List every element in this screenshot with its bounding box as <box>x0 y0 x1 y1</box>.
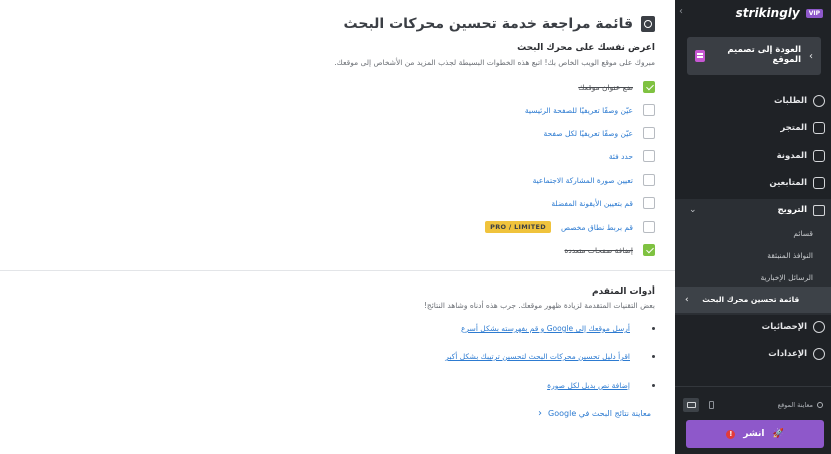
sidebar-subitem-popups[interactable]: النوافذ المنبثقة <box>767 251 813 260</box>
seo-checklist-panel: قائمة مراجعة خدمة تحسين محركات البحث اعر… <box>0 0 675 454</box>
sidebar-item-promotion[interactable]: الترويج ⌄ <box>675 199 831 221</box>
checkbox-unchecked[interactable] <box>643 174 655 186</box>
publish-button[interactable]: 🚀 انشر ! <box>686 420 824 448</box>
sidebar-item-store[interactable]: المتجر <box>675 117 831 139</box>
bullet <box>652 384 655 387</box>
publish-label: انشر <box>743 429 765 439</box>
pen-icon <box>813 150 825 162</box>
search-icon <box>817 402 823 408</box>
list-item: أرسل موقعك إلى Google و قم بفهرسته بشكل … <box>461 324 655 333</box>
collapse-sidebar-chevron-icon[interactable]: › <box>679 6 683 17</box>
checklist-item-homepage-description[interactable]: عيّن وصفًا تعريفيًا للصفحة الرئيسية <box>525 103 655 117</box>
checklist-item-label[interactable]: تعيين صورة المشاركة الاجتماعية <box>533 176 633 185</box>
checklist-item-multiple-pages[interactable]: إضافة صفحات متعددة <box>564 243 655 257</box>
sidebar-item-label: المدونة <box>776 151 807 161</box>
brand: VIP strikingly <box>736 6 823 20</box>
checklist-item-page-description[interactable]: عيّن وصفًا تعريفيًا لكل صفحة <box>544 126 655 140</box>
sidebar-divider <box>675 386 831 387</box>
sidebar-item-orders[interactable]: الطلبات <box>675 90 831 112</box>
checkbox-unchecked[interactable] <box>643 150 655 162</box>
back-to-design-label: العودة إلى تصميم الموقع <box>727 45 801 65</box>
checklist-item-label: ضع عنوان موقعك <box>578 82 633 92</box>
sidebar-subitem-newsletters[interactable]: الرسائل الإخبارية <box>760 273 813 282</box>
checklist-item-label[interactable]: قم بربط نطاق مخصص <box>561 223 633 232</box>
mobile-icon <box>708 401 714 409</box>
checklist-item-social-image[interactable]: تعيين صورة المشاركة الاجتماعية <box>533 173 655 187</box>
page-title: قائمة مراجعة خدمة تحسين محركات البحث <box>344 16 655 32</box>
page-title-text: قائمة مراجعة خدمة تحسين محركات البحث <box>343 16 633 32</box>
google-preview-link[interactable]: معاينة نتائج البحث في Google ‹ <box>538 408 651 419</box>
sidebar-item-label: المتابعين <box>769 178 807 188</box>
rocket-icon: 🚀 <box>772 429 784 439</box>
alt-text-link[interactable]: إضافة نص بديل لكل صورة <box>547 381 630 390</box>
chevron-left-icon: ‹ <box>538 408 543 419</box>
mobile-preview-button[interactable] <box>703 398 719 412</box>
sidebar-item-statistics[interactable]: الإحصائيات <box>675 316 831 338</box>
section-divider <box>0 270 675 271</box>
pie-chart-icon <box>813 321 825 333</box>
submit-to-google-link[interactable]: أرسل موقعك إلى Google و قم بفهرسته بشكل … <box>461 324 630 333</box>
device-toggle <box>683 398 719 412</box>
checklist-item-label[interactable]: عيّن وصفًا تعريفيًا لكل صفحة <box>544 129 633 138</box>
chevron-right-icon: › <box>809 50 813 62</box>
checklist-item-favicon[interactable]: قم بتعيين الأيقونة المفضلة <box>551 196 655 210</box>
checkbox-unchecked[interactable] <box>643 104 655 116</box>
alert-icon: ! <box>726 429 736 439</box>
intro-description: مبروك على موقع الويب الخاص بك! اتبع هذه … <box>334 58 655 67</box>
advanced-heading: أدوات المتقدم <box>591 287 655 297</box>
google-preview-label: معاينة نتائج البحث في Google <box>548 409 651 418</box>
checklist-item-label: إضافة صفحات متعددة <box>564 245 633 255</box>
sidebar-subitem-coupons[interactable]: قسائم <box>793 229 813 238</box>
checklist-item-label[interactable]: حدد فئة <box>609 152 633 161</box>
sidebar-item-label: الطلبات <box>773 96 807 106</box>
pro-limited-badge: PRO / LIMITED <box>485 221 551 233</box>
advanced-description: بعض التقنيات المتقدمة لزيادة ظهور موقعك.… <box>423 301 655 310</box>
intro-heading: اعرض نفسك على محرك البحث <box>517 43 655 53</box>
sidebar-item-label: المتجر <box>780 123 807 133</box>
seo-search-icon <box>641 16 655 32</box>
brand-logo: strikingly <box>735 6 800 20</box>
checklist-item-label[interactable]: قم بتعيين الأيقونة المفضلة <box>551 199 633 208</box>
design-icon <box>695 50 705 62</box>
site-preview-label: معاينة الموقع <box>777 401 813 409</box>
checklist-item-label[interactable]: عيّن وصفًا تعريفيًا للصفحة الرئيسية <box>525 106 633 115</box>
gear-icon <box>813 348 825 360</box>
sidebar-item-label: الإحصائيات <box>761 322 807 332</box>
sidebar-item-label: الترويج <box>777 205 807 215</box>
sidebar-subitem-label: قائمة تحسين محرك البحث <box>702 294 800 304</box>
back-to-design-button[interactable]: › العودة إلى تصميم الموقع <box>687 37 821 75</box>
list-item: إضافة نص بديل لكل صورة <box>547 381 655 390</box>
checkbox-checked[interactable] <box>643 244 655 256</box>
sidebar-item-blog[interactable]: المدونة <box>675 145 831 167</box>
checkbox-checked[interactable] <box>643 81 655 93</box>
megaphone-icon <box>813 204 825 216</box>
chevron-right-icon: › <box>685 295 689 305</box>
sidebar: › VIP strikingly › العودة إلى تصميم المو… <box>675 0 831 454</box>
followers-icon <box>813 177 825 189</box>
dollar-icon <box>813 95 825 107</box>
checklist-item-category[interactable]: حدد فئة <box>609 149 655 163</box>
site-preview-link[interactable]: معاينة الموقع <box>778 401 823 409</box>
bullet <box>652 355 655 358</box>
checkbox-unchecked[interactable] <box>643 221 655 233</box>
seo-guide-link[interactable]: اقرأ دليل تحسين محركات البحث لتحسين ترتي… <box>445 352 630 361</box>
sidebar-item-label: الإعدادات <box>768 349 807 359</box>
checklist-item-custom-domain[interactable]: قم بربط نطاق مخصص PRO / LIMITED <box>485 220 655 234</box>
checkbox-unchecked[interactable] <box>643 197 655 209</box>
sidebar-item-followers[interactable]: المتابعين <box>675 172 831 194</box>
checkbox-unchecked[interactable] <box>643 127 655 139</box>
desktop-icon <box>686 402 696 408</box>
list-item: اقرأ دليل تحسين محركات البحث لتحسين ترتي… <box>445 352 655 361</box>
store-icon <box>813 122 825 134</box>
desktop-preview-button[interactable] <box>683 398 699 412</box>
sidebar-subitem-seo-checklist[interactable]: قائمة تحسين محرك البحث › <box>675 287 831 313</box>
checklist-item-site-title[interactable]: ضع عنوان موقعك <box>578 80 655 94</box>
vip-badge: VIP <box>805 8 823 18</box>
preview-row: معاينة الموقع <box>683 398 823 412</box>
bullet <box>652 327 655 330</box>
chevron-down-icon: ⌄ <box>689 205 697 215</box>
sidebar-item-settings[interactable]: الإعدادات <box>675 343 831 365</box>
promotion-section: الترويج ⌄ قسائم النوافذ المنبثقة الرسائل… <box>675 199 831 315</box>
